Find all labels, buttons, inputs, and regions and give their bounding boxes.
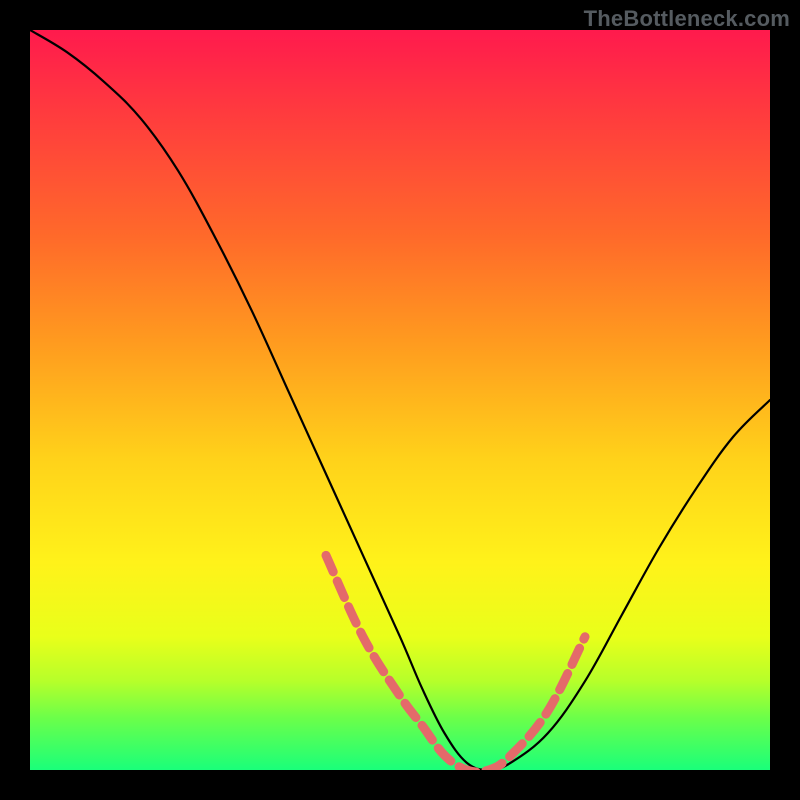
chart-frame: TheBottleneck.com <box>0 0 800 800</box>
recommended-range-dashes <box>326 555 585 770</box>
bottleneck-curve <box>30 30 770 770</box>
watermark-text: TheBottleneck.com <box>584 6 790 32</box>
curve-svg <box>30 30 770 770</box>
plot-area <box>30 30 770 770</box>
